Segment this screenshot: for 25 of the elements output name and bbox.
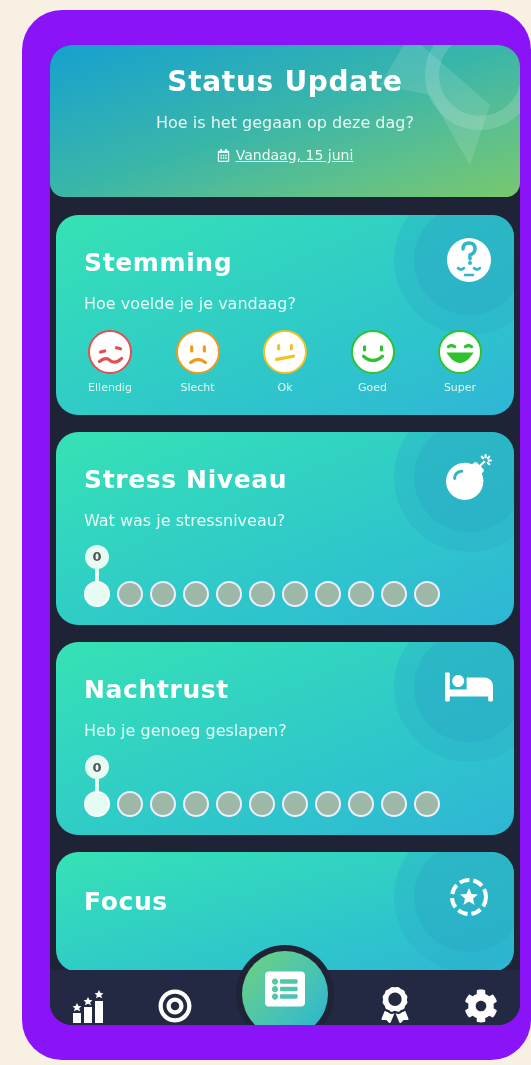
- mood-label: Ellendig: [88, 380, 132, 397]
- calendar-icon: [216, 149, 230, 162]
- page-subtitle: Hoe is het gegaan op deze dag?: [156, 112, 414, 134]
- card-question: Hoe voelde je je vandaag?: [84, 293, 296, 316]
- card-question: Wat was je stressniveau?: [84, 510, 286, 532]
- card-title: Stress Niveau: [84, 463, 288, 495]
- mood-label: Super: [443, 380, 477, 397]
- mood-label: Ok: [277, 380, 293, 397]
- card-title: Stemming: [84, 247, 233, 279]
- mood-face-icon[interactable]: [88, 330, 132, 375]
- card-title: Nachtrust: [84, 674, 229, 706]
- question-face-icon: [446, 237, 492, 283]
- card-question: Heb je genoeg geslapen?: [84, 720, 287, 743]
- settings-icon[interactable]: [464, 989, 498, 1023]
- scale-value: 0: [85, 545, 109, 569]
- card-title: Focus: [84, 886, 168, 918]
- bomb-icon: [446, 453, 492, 500]
- mood-label: Slecht: [180, 380, 215, 397]
- date-link[interactable]: Vandaag, 15 juni: [235, 145, 354, 166]
- page-title: Status Update: [167, 64, 403, 100]
- target-icon[interactable]: [158, 989, 192, 1023]
- mood-face-icon[interactable]: [438, 330, 482, 375]
- scale-value: 0: [85, 755, 109, 780]
- mood-label: Goed: [358, 380, 387, 397]
- mood-face-icon[interactable]: [263, 330, 307, 375]
